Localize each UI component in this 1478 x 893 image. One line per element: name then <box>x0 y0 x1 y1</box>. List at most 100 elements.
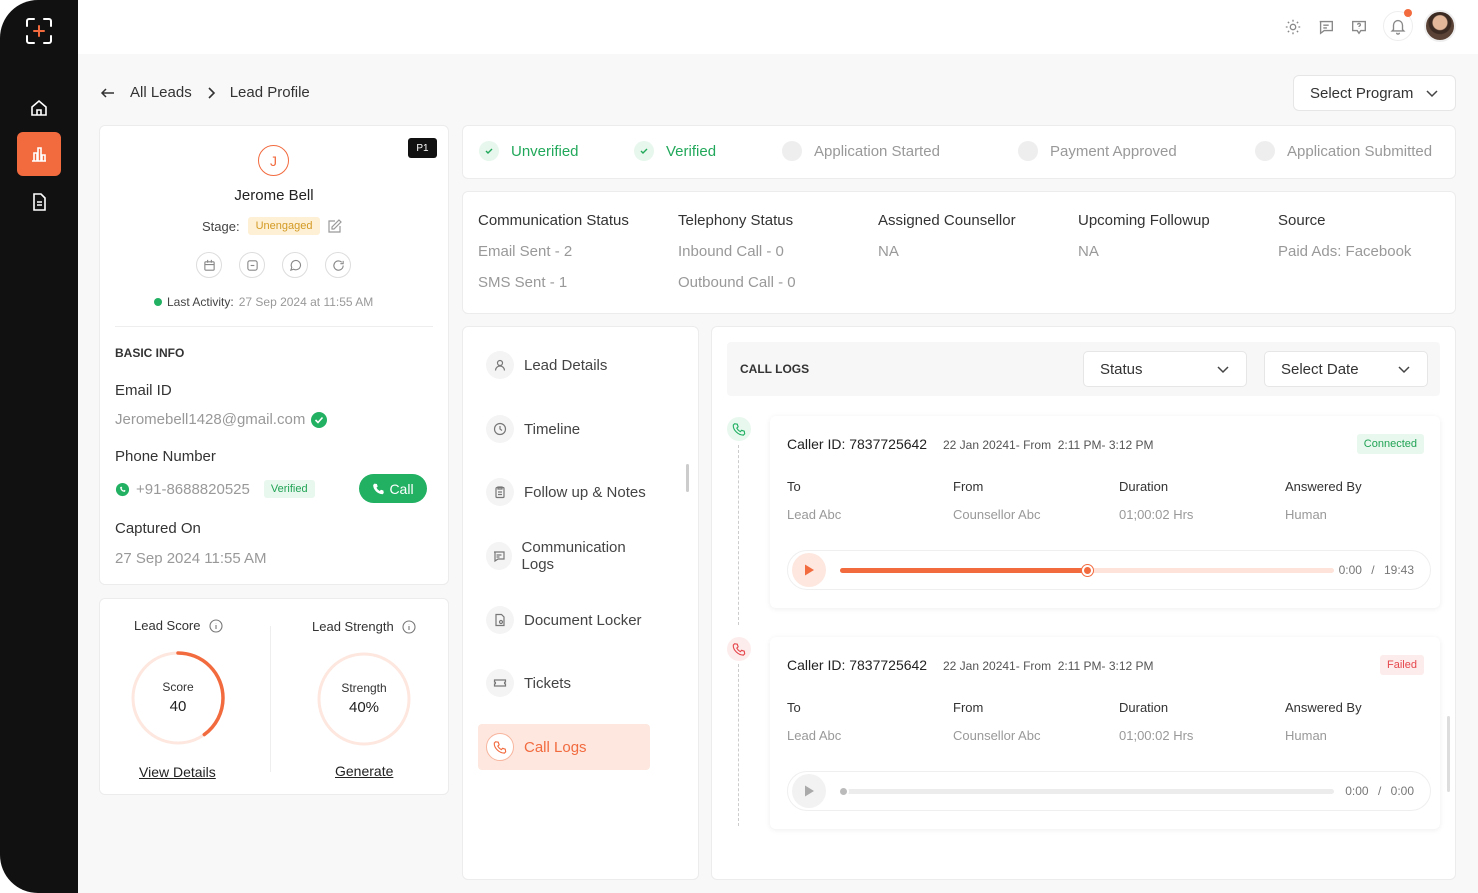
sidebar-home-icon[interactable] <box>17 86 61 130</box>
lead-strength-title: Lead Strength <box>312 619 416 634</box>
lead-source-title: Source <box>1278 212 1326 229</box>
play-button[interactable] <box>792 774 826 808</box>
whatsapp-icon[interactable] <box>282 252 308 278</box>
phone-label: Phone Number <box>115 448 216 465</box>
duration-value: 01;00:02 Hrs <box>1119 507 1194 522</box>
nav-follow-up-notes[interactable]: Follow up & Notes <box>478 469 650 515</box>
assigned-counsellor-title: Assigned Counsellor <box>878 212 1016 229</box>
telephony-status: Telephony Status Inbound Call - 0 Outbou… <box>678 212 796 305</box>
nav-scrollbar[interactable] <box>686 464 689 492</box>
call-status-badge: Failed <box>1380 655 1424 675</box>
call-log-entry: Caller ID: 7837725642 22 Jan 20241- From… <box>770 416 1440 608</box>
duration-header: Duration <box>1119 479 1169 494</box>
to-header: To <box>787 479 801 494</box>
lead-source-value: Paid Ads: Facebook <box>1278 243 1412 260</box>
calendar-icon[interactable] <box>196 252 222 278</box>
audio-seek-handle[interactable] <box>838 786 849 797</box>
audio-player: 0:00 / 19:43 <box>787 550 1431 590</box>
call-logs-title: CALL LOGS <box>740 362 810 376</box>
stage-verified: Verified <box>634 141 716 161</box>
strength-inner-label: Strength <box>341 681 387 695</box>
email-label: Email ID <box>115 382 172 399</box>
score-inner-label: Score <box>162 680 194 694</box>
chevron-down-icon <box>1397 362 1411 376</box>
score-value: 40 <box>169 698 187 715</box>
nav-communication-logs[interactable]: Communication Logs <box>478 533 650 579</box>
view-details-link[interactable]: View Details <box>139 764 216 780</box>
verified-check-icon <box>311 411 328 428</box>
info-icon[interactable] <box>208 618 223 633</box>
audio-current-time: 0:00 <box>1345 784 1369 798</box>
nav-call-logs[interactable]: Call Logs <box>478 724 650 770</box>
phone-value: +91-8688820525 <box>136 480 250 498</box>
answered-by-value: Human <box>1285 728 1327 743</box>
last-activity: Last Activity: 27 Sep 2024 at 11:55 AM <box>154 295 373 309</box>
pending-dot-icon <box>782 141 802 161</box>
breadcrumb-all-leads[interactable]: All Leads <box>130 84 192 101</box>
telephony-status-title: Telephony Status <box>678 212 794 229</box>
duration-value: 01;00:02 Hrs <box>1119 728 1194 743</box>
lead-name: Jerome Bell <box>234 187 314 204</box>
settings-icon[interactable] <box>1280 14 1306 40</box>
nav-tickets[interactable]: Tickets <box>478 660 650 706</box>
strength-value: 40% <box>348 699 380 716</box>
call-button[interactable]: Call <box>359 474 427 503</box>
help-icon[interactable] <box>1346 14 1372 40</box>
check-icon <box>479 141 499 161</box>
status-filter-label: Status <box>1100 360 1143 378</box>
chevron-down-icon <box>1425 86 1439 100</box>
nav-lead-details[interactable]: Lead Details <box>478 342 650 388</box>
play-button[interactable] <box>792 553 826 587</box>
select-program-dropdown[interactable]: Select Program <box>1293 75 1456 111</box>
sidebar-documents-icon[interactable] <box>17 180 61 224</box>
nav-timeline[interactable]: Timeline <box>478 406 650 452</box>
call-logs-scrollbar[interactable] <box>1447 716 1450 792</box>
whatsapp-green-icon <box>115 482 130 497</box>
call-log-entry: Caller ID: 7837725642 22 Jan 20241- From… <box>770 637 1440 829</box>
scores-divider <box>270 626 271 772</box>
audio-player: 0:00 / 0:00 <box>787 771 1431 811</box>
communication-status: Communication Status Email Sent - 2 SMS … <box>478 212 629 305</box>
edit-icon[interactable] <box>328 219 343 233</box>
answered-by-header: Answered By <box>1285 700 1362 715</box>
sidebar-leads-icon[interactable] <box>17 132 61 176</box>
date-filter-dropdown[interactable]: Select Date <box>1264 351 1428 387</box>
info-icon[interactable] <box>402 619 416 634</box>
audio-time: 0:00 / 19:43 <box>1338 563 1414 577</box>
sms-sent-count: SMS Sent - 1 <box>478 274 568 291</box>
priority-badge: P1 <box>408 138 437 158</box>
from-header: From <box>953 700 984 715</box>
audio-progress-track[interactable] <box>838 786 1334 797</box>
phone-icon <box>372 482 385 495</box>
stage-application-started: Application Started <box>782 141 940 161</box>
nav-document-locker[interactable]: Document Locker <box>478 597 650 643</box>
stage-payment-approved: Payment Approved <box>1018 141 1177 161</box>
to-value: Lead Abc <box>787 507 842 522</box>
user-avatar[interactable] <box>1424 10 1456 42</box>
app-logo-icon[interactable] <box>24 16 54 46</box>
note-icon[interactable] <box>239 252 265 278</box>
audio-seek-handle[interactable] <box>1082 565 1093 576</box>
audio-progress-track[interactable] <box>840 565 1334 576</box>
refresh-icon[interactable] <box>325 252 351 278</box>
call-status-badge: Connected <box>1356 434 1424 454</box>
stage-label: Application Started <box>814 142 940 160</box>
call-time-meta: 22 Jan 20241- From 2:11 PM- 3:12 PM <box>943 438 1154 452</box>
outbound-call-count: Outbound Call - 0 <box>678 274 796 291</box>
stage-row: Stage: Unengaged <box>202 217 343 235</box>
nav-label: Document Locker <box>524 611 642 629</box>
stage-badge: Unengaged <box>247 217 321 235</box>
nav-label: Tickets <box>524 674 571 692</box>
back-arrow-icon[interactable] <box>100 85 116 101</box>
assigned-counsellor: Assigned Counsellor NA <box>878 212 1016 274</box>
audio-time: 0:00 / 0:00 <box>1345 784 1414 798</box>
user-icon <box>486 351 514 379</box>
nav-label: Timeline <box>524 420 581 438</box>
lead-score-title: Lead Score <box>134 618 223 633</box>
answered-by-header: Answered By <box>1285 479 1362 494</box>
messages-icon[interactable] <box>1313 14 1339 40</box>
pending-dot-icon <box>1018 141 1038 161</box>
status-filter-dropdown[interactable]: Status <box>1083 351 1247 387</box>
audio-total-time: 0:00 <box>1390 784 1414 798</box>
generate-link[interactable]: Generate <box>335 763 393 779</box>
